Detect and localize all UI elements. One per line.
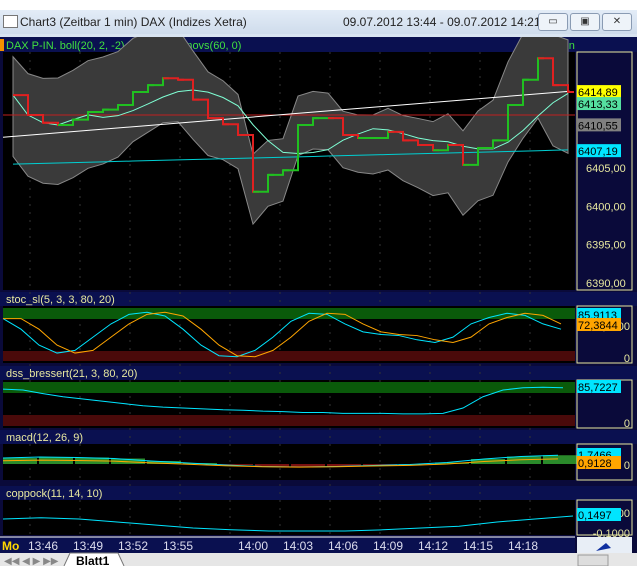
time-tick-label: 14:09	[373, 539, 403, 553]
macd-header-bar	[0, 430, 637, 444]
chart-app-icon	[3, 15, 18, 28]
minimize-button[interactable]: ▭	[538, 13, 568, 31]
sheet-tab-label[interactable]: Blatt1	[76, 554, 110, 566]
price-axis-label: 6400,00	[586, 201, 626, 213]
macd-histogram-bar	[543, 455, 577, 464]
chart-area[interactable]: DAX P-IN. boll(20, 2, -2) move(9, 0) mov…	[0, 37, 637, 566]
time-tick-label: 13:52	[118, 539, 148, 553]
time-tick-label: 14:15	[463, 539, 493, 553]
price-axis-label: 6390,00	[586, 278, 626, 290]
weekday-label: Mo	[2, 539, 19, 553]
price-color-marker	[0, 39, 4, 51]
chart-window: Chart3 (Zeitbar 1 min) DAX (Indizes Xetr…	[0, 10, 637, 566]
macd-badge-value: 0,9128	[578, 458, 612, 470]
time-tick-label: 13:46	[28, 539, 58, 553]
time-tick-label: 14:12	[418, 539, 448, 553]
macd-axis-label: 0	[624, 460, 630, 472]
dss-header: dss_bressert(21, 3, 80, 20)	[6, 368, 137, 380]
sheet-nav-arrows-icon[interactable]: ◀◀ ◀ ▶ ▶▶	[4, 556, 59, 566]
price-badge-value: 6407,19	[578, 146, 618, 158]
time-tick-label: 14:06	[328, 539, 358, 553]
horizontal-scrollbar-thumb[interactable]	[577, 554, 609, 566]
price-axis-label: 6405,00	[586, 163, 626, 175]
coppock-header: coppock(11, 14, 10)	[6, 488, 102, 500]
date-range: 09.07.2012 13:44 - 09.07.2012 14:21	[343, 15, 541, 29]
macd-header: macd(12, 26, 9)	[6, 432, 83, 444]
stoc-badge-value: 72,3844	[578, 320, 618, 332]
coppock-badge-value: 0,1497	[578, 510, 612, 522]
maximize-button[interactable]: ▣	[570, 13, 600, 31]
dss-oversold-zone	[3, 415, 575, 426]
close-button[interactable]: ✕	[602, 13, 632, 31]
price-badge-value: 6410,55	[578, 120, 618, 132]
time-tick-label: 14:03	[283, 539, 313, 553]
dss-overbought-zone	[3, 382, 575, 393]
stoc-axis-label: 0	[624, 353, 630, 365]
price-badge-value: 6413,33	[578, 99, 618, 111]
time-tick-label: 14:00	[238, 539, 268, 553]
time-tick-label: 14:18	[508, 539, 538, 553]
title-bar: Chart3 (Zeitbar 1 min) DAX (Indizes Xetr…	[0, 10, 637, 34]
dss-axis-label: 0	[624, 418, 630, 430]
time-tick-label: 13:49	[73, 539, 103, 553]
time-tick-label: 13:55	[163, 539, 193, 553]
stoc-header: stoc_sl(5, 3, 3, 80, 20)	[6, 294, 115, 306]
dss-badge-value: 85,7227	[578, 382, 618, 394]
price-axis-label: 6395,00	[586, 240, 626, 252]
stoc-oversold-zone	[3, 351, 575, 361]
window-title: Chart3 (Zeitbar 1 min) DAX (Indizes Xetr…	[20, 15, 247, 29]
coppock-plot	[3, 500, 575, 535]
